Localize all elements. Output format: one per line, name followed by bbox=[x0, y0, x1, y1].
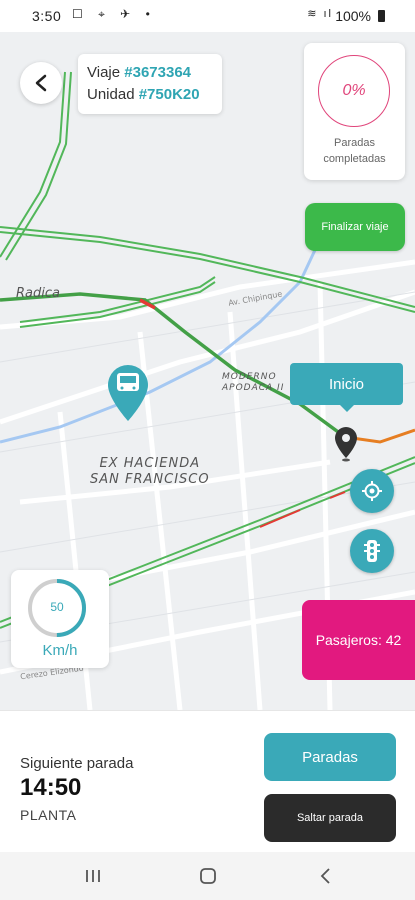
progress-ring: 0% bbox=[318, 55, 390, 127]
traffic-toggle-button[interactable] bbox=[350, 529, 394, 573]
back-nav-icon[interactable] bbox=[314, 864, 336, 888]
finish-trip-button[interactable]: Finalizar viaje bbox=[305, 203, 405, 251]
stops-progress-card: 0% Paradas completadas bbox=[304, 43, 405, 180]
vehicle-location-marker[interactable] bbox=[335, 427, 357, 462]
next-stop-place: PLANTA bbox=[20, 807, 77, 823]
skip-stop-button[interactable]: Saltar parada bbox=[264, 794, 396, 842]
map-label-hacienda-line1: EX HACIENDA bbox=[99, 456, 201, 471]
notification-icons: ☐ ⌖ ✈ • bbox=[72, 7, 156, 21]
map-label-moderno-line1: MODERNO bbox=[222, 372, 277, 382]
progress-percent: 0% bbox=[342, 82, 366, 99]
river bbox=[0, 249, 317, 444]
battery-percent: 100% bbox=[335, 8, 371, 24]
progress-label-line1: Paradas bbox=[334, 137, 375, 149]
traffic-light-icon bbox=[364, 540, 380, 562]
map-label-moderno: MODERNO APODACA II bbox=[222, 372, 284, 394]
bus-stop-marker[interactable] bbox=[108, 365, 148, 421]
trip-label: Viaje bbox=[87, 64, 121, 81]
speed-unit: Km/h bbox=[42, 642, 78, 659]
speedometer-card: 50 Km/h bbox=[11, 570, 109, 668]
crosshair-icon bbox=[362, 481, 382, 501]
battery-icon bbox=[378, 10, 385, 22]
status-bar: 3:50 ☐ ⌖ ✈ • ≋ ıl 100% bbox=[0, 0, 415, 32]
system-nav-bar bbox=[0, 852, 415, 900]
stops-button[interactable]: Paradas bbox=[264, 733, 396, 781]
trip-row: Viaje #3673364 bbox=[87, 62, 213, 84]
passengers-counter[interactable]: Pasajeros: 42 bbox=[302, 600, 415, 680]
locate-button[interactable] bbox=[350, 469, 394, 513]
start-marker-tooltip: Inicio bbox=[290, 363, 403, 412]
recent-apps-icon[interactable] bbox=[82, 864, 104, 888]
map-label-hacienda: EX HACIENDA SAN FRANCISCO bbox=[90, 456, 210, 488]
unit-label: Unidad bbox=[87, 86, 135, 103]
home-icon[interactable] bbox=[197, 864, 219, 888]
back-button[interactable] bbox=[20, 62, 62, 104]
progress-label: Paradas completadas bbox=[304, 135, 405, 167]
signal-icon: ≋ ıl bbox=[307, 8, 333, 20]
trip-info-card: Viaje #3673364 Unidad #750K20 bbox=[78, 54, 222, 114]
map-label-hacienda-line2: SAN FRANCISCO bbox=[90, 472, 210, 487]
next-stop-time: 14:50 bbox=[20, 774, 82, 801]
chevron-left-icon bbox=[35, 74, 47, 92]
unit-number: #750K20 bbox=[138, 86, 200, 103]
speed-value: 50 bbox=[50, 600, 64, 614]
unit-row: Unidad #750K20 bbox=[87, 84, 213, 106]
next-stop-title: Siguiente parada bbox=[20, 755, 134, 772]
clock: 3:50 bbox=[32, 8, 62, 24]
map-label-moderno-line2: APODACA II bbox=[222, 383, 285, 393]
progress-label-line2: completadas bbox=[323, 153, 386, 165]
map-label-radica: Radica bbox=[16, 286, 60, 301]
next-stop-panel: Siguiente parada 14:50 PLANTA Paradas Sa… bbox=[0, 710, 415, 853]
trip-number: #3673364 bbox=[124, 64, 192, 81]
